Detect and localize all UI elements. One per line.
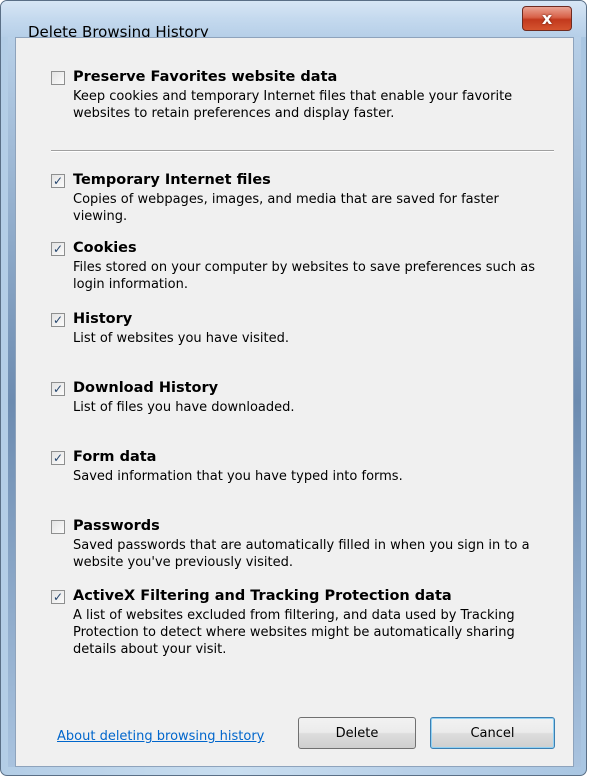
checkbox-temporary-internet-files[interactable]: ✓ bbox=[51, 174, 65, 188]
checkmark-icon: ✓ bbox=[52, 382, 64, 396]
option-label[interactable]: Temporary Internet files bbox=[73, 172, 271, 188]
checkmark-icon: ✓ bbox=[52, 590, 64, 604]
option-description: List of files you have downloaded. bbox=[73, 400, 295, 415]
checkbox-passwords[interactable] bbox=[51, 520, 65, 534]
checkmark-icon: ✓ bbox=[52, 451, 64, 465]
checkbox-download-history[interactable]: ✓ bbox=[51, 382, 65, 396]
checkbox-activex-tracking-protection[interactable]: ✓ bbox=[51, 590, 65, 604]
option-description: Saved passwords that are automatically f… bbox=[73, 538, 530, 570]
option-label[interactable]: Form data bbox=[73, 449, 156, 465]
checkbox-form-data[interactable]: ✓ bbox=[51, 451, 65, 465]
delete-button[interactable]: Delete bbox=[298, 717, 416, 749]
checkbox-cookies[interactable]: ✓ bbox=[51, 242, 65, 256]
option-label[interactable]: ActiveX Filtering and Tracking Protectio… bbox=[73, 588, 452, 604]
dialog-body: Preserve Favorites website data Keep coo… bbox=[15, 37, 574, 767]
option-description: Files stored on your computer by website… bbox=[73, 260, 536, 292]
option-label[interactable]: Preserve Favorites website data bbox=[73, 69, 337, 85]
option-label[interactable]: Download History bbox=[73, 380, 218, 396]
option-description: Saved information that you have typed in… bbox=[73, 469, 403, 484]
option-label[interactable]: History bbox=[73, 311, 132, 327]
delete-browsing-history-dialog: Delete Browsing History x Preserve Favor… bbox=[0, 0, 587, 776]
option-label[interactable]: Passwords bbox=[73, 518, 160, 534]
cancel-button[interactable]: Cancel bbox=[430, 717, 555, 749]
separator bbox=[51, 150, 554, 151]
option-label[interactable]: Cookies bbox=[73, 240, 137, 256]
option-description: Keep cookies and temporary Internet file… bbox=[73, 89, 513, 121]
close-button[interactable]: x bbox=[522, 6, 572, 31]
option-description: Copies of webpages, images, and media th… bbox=[73, 192, 499, 224]
checkbox-history[interactable]: ✓ bbox=[51, 313, 65, 327]
title-bar[interactable]: Delete Browsing History x bbox=[1, 1, 586, 41]
checkbox-preserve-favorites[interactable] bbox=[51, 71, 65, 85]
option-description: A list of websites excluded from filteri… bbox=[73, 608, 515, 657]
window-frame-right bbox=[574, 37, 581, 767]
checkmark-icon: ✓ bbox=[52, 174, 64, 188]
option-description: List of websites you have visited. bbox=[73, 331, 290, 346]
checkmark-icon: ✓ bbox=[52, 242, 64, 256]
about-deleting-history-link[interactable]: About deleting browsing history bbox=[57, 729, 264, 744]
checkmark-icon: ✓ bbox=[52, 313, 64, 327]
close-icon: x bbox=[541, 9, 553, 28]
window-frame-left bbox=[8, 37, 15, 767]
